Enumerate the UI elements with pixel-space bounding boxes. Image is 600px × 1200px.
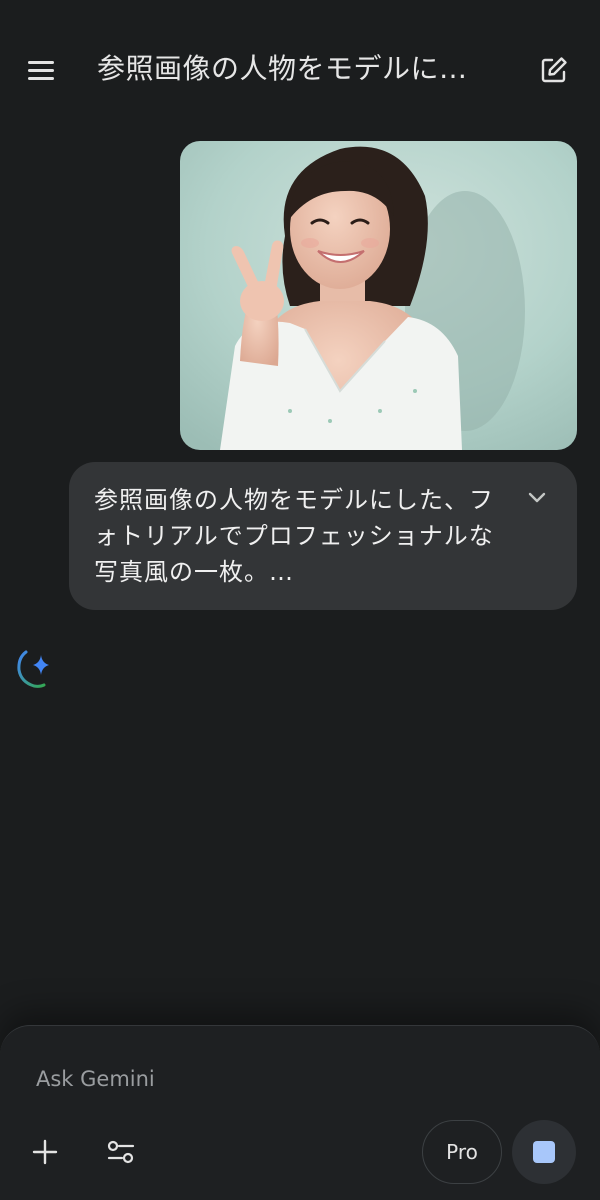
model-selector-button[interactable]: Pro <box>422 1120 502 1184</box>
user-prompt-text: 参照画像の人物をモデルにした、フォトリアルでプロフェッショナルな写真風の一枚。… <box>94 486 494 586</box>
new-chat-button[interactable] <box>530 46 578 94</box>
gemini-response-loading <box>16 648 56 688</box>
stop-generation-button[interactable] <box>512 1120 576 1184</box>
add-attachment-button[interactable] <box>22 1129 68 1175</box>
user-uploaded-photo[interactable] <box>180 141 577 450</box>
new-chat-edit-icon <box>541 57 567 83</box>
chat-title: 参照画像の人物をモデルに… <box>97 52 468 85</box>
top-app-bar: 参照画像の人物をモデルに… <box>0 0 600 140</box>
gemini-sparkle-icon <box>17 650 49 688</box>
gemini-chat-screen: 参照画像の人物をモデルに… 参照画像の人物をモデルにした、フォトリアルでプロフェ… <box>0 0 600 1200</box>
menu-button[interactable] <box>18 46 66 94</box>
expand-prompt-button[interactable] <box>521 482 553 514</box>
photo-of-woman-peace-sign <box>180 141 577 450</box>
chevron-down-icon <box>528 492 546 503</box>
composer-panel: Pro <box>0 1025 600 1200</box>
tools-sliders-icon <box>107 1140 135 1164</box>
ask-gemini-input[interactable] <box>36 1062 536 1096</box>
hamburger-menu-icon <box>28 61 54 80</box>
tools-button[interactable] <box>98 1129 144 1175</box>
stop-icon <box>533 1141 555 1163</box>
user-prompt-bubble: 参照画像の人物をモデルにした、フォトリアルでプロフェッショナルな写真風の一枚。… <box>69 462 577 610</box>
plus-icon <box>32 1139 58 1165</box>
